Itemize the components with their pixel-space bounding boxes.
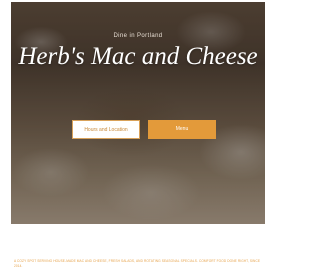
page: Dine in Portland Herb's Mac and Cheese H… [0,0,272,271]
hero-eyebrow: Dine in Portland [113,33,163,39]
hero-title: Herb's Mac and Cheese [18,43,258,70]
footer-description: A cozy spot serving house-made mac and c… [14,259,261,268]
hero-banner: Dine in Portland Herb's Mac and Cheese H… [11,2,265,224]
menu-button[interactable]: Menu [148,120,216,139]
hours-and-location-button[interactable]: Hours and Location [72,120,140,139]
